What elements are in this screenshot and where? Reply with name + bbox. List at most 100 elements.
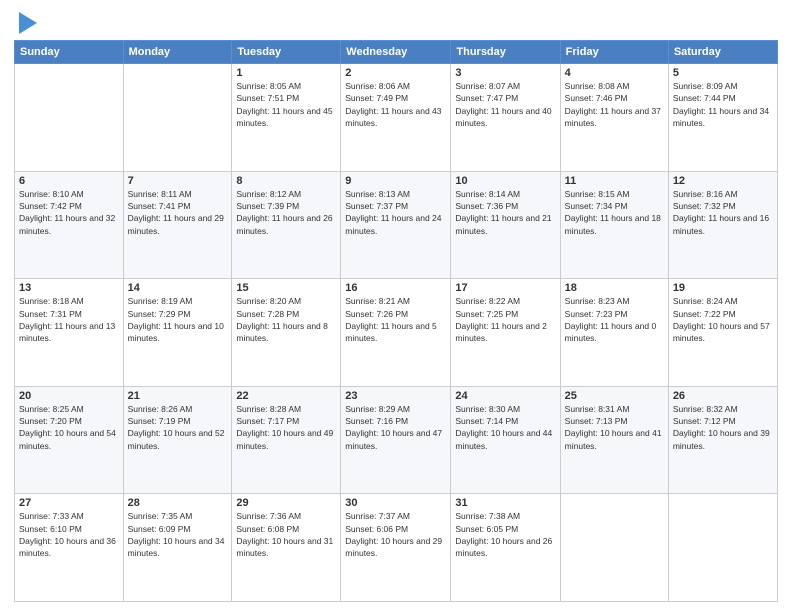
calendar-cell: 30Sunrise: 7:37 AM Sunset: 6:06 PM Dayli…: [341, 494, 451, 602]
day-number: 11: [565, 175, 664, 187]
day-info: Sunrise: 8:20 AM Sunset: 7:28 PM Dayligh…: [236, 295, 336, 344]
day-number: 13: [19, 282, 119, 294]
logo-arrow-icon: [19, 12, 37, 34]
day-number: 25: [565, 390, 664, 402]
calendar-week-row: 27Sunrise: 7:33 AM Sunset: 6:10 PM Dayli…: [15, 494, 778, 602]
calendar-cell: 22Sunrise: 8:28 AM Sunset: 7:17 PM Dayli…: [232, 386, 341, 494]
day-number: 3: [455, 67, 555, 79]
calendar-cell: 3Sunrise: 8:07 AM Sunset: 7:47 PM Daylig…: [451, 64, 560, 172]
calendar-cell: 12Sunrise: 8:16 AM Sunset: 7:32 PM Dayli…: [668, 171, 777, 279]
day-header-thursday: Thursday: [451, 41, 560, 64]
day-info: Sunrise: 8:23 AM Sunset: 7:23 PM Dayligh…: [565, 295, 664, 344]
day-number: 24: [455, 390, 555, 402]
calendar-cell: 31Sunrise: 7:38 AM Sunset: 6:05 PM Dayli…: [451, 494, 560, 602]
day-info: Sunrise: 7:36 AM Sunset: 6:08 PM Dayligh…: [236, 510, 336, 559]
day-number: 22: [236, 390, 336, 402]
day-number: 18: [565, 282, 664, 294]
day-header-tuesday: Tuesday: [232, 41, 341, 64]
day-info: Sunrise: 8:10 AM Sunset: 7:42 PM Dayligh…: [19, 188, 119, 237]
calendar-cell: 17Sunrise: 8:22 AM Sunset: 7:25 PM Dayli…: [451, 279, 560, 387]
day-info: Sunrise: 8:24 AM Sunset: 7:22 PM Dayligh…: [673, 295, 773, 344]
day-number: 29: [236, 497, 336, 509]
calendar-cell: 18Sunrise: 8:23 AM Sunset: 7:23 PM Dayli…: [560, 279, 668, 387]
calendar-cell: [15, 64, 124, 172]
day-info: Sunrise: 8:21 AM Sunset: 7:26 PM Dayligh…: [345, 295, 446, 344]
day-header-monday: Monday: [123, 41, 232, 64]
calendar-cell: 16Sunrise: 8:21 AM Sunset: 7:26 PM Dayli…: [341, 279, 451, 387]
day-number: 9: [345, 175, 446, 187]
day-header-saturday: Saturday: [668, 41, 777, 64]
day-info: Sunrise: 8:19 AM Sunset: 7:29 PM Dayligh…: [128, 295, 228, 344]
day-number: 6: [19, 175, 119, 187]
calendar-cell: [123, 64, 232, 172]
day-number: 2: [345, 67, 446, 79]
day-info: Sunrise: 8:28 AM Sunset: 7:17 PM Dayligh…: [236, 403, 336, 452]
day-info: Sunrise: 8:30 AM Sunset: 7:14 PM Dayligh…: [455, 403, 555, 452]
calendar-week-row: 13Sunrise: 8:18 AM Sunset: 7:31 PM Dayli…: [15, 279, 778, 387]
day-number: 17: [455, 282, 555, 294]
day-info: Sunrise: 8:31 AM Sunset: 7:13 PM Dayligh…: [565, 403, 664, 452]
calendar-cell: 26Sunrise: 8:32 AM Sunset: 7:12 PM Dayli…: [668, 386, 777, 494]
calendar-cell: 25Sunrise: 8:31 AM Sunset: 7:13 PM Dayli…: [560, 386, 668, 494]
day-info: Sunrise: 8:07 AM Sunset: 7:47 PM Dayligh…: [455, 80, 555, 129]
day-number: 10: [455, 175, 555, 187]
day-info: Sunrise: 8:29 AM Sunset: 7:16 PM Dayligh…: [345, 403, 446, 452]
day-number: 16: [345, 282, 446, 294]
calendar-cell: 8Sunrise: 8:12 AM Sunset: 7:39 PM Daylig…: [232, 171, 341, 279]
day-number: 31: [455, 497, 555, 509]
calendar-cell: 4Sunrise: 8:08 AM Sunset: 7:46 PM Daylig…: [560, 64, 668, 172]
calendar-cell: 11Sunrise: 8:15 AM Sunset: 7:34 PM Dayli…: [560, 171, 668, 279]
calendar-table: SundayMondayTuesdayWednesdayThursdayFrid…: [14, 40, 778, 602]
calendar-cell: 5Sunrise: 8:09 AM Sunset: 7:44 PM Daylig…: [668, 64, 777, 172]
calendar-cell: 15Sunrise: 8:20 AM Sunset: 7:28 PM Dayli…: [232, 279, 341, 387]
day-info: Sunrise: 8:12 AM Sunset: 7:39 PM Dayligh…: [236, 188, 336, 237]
calendar-week-row: 6Sunrise: 8:10 AM Sunset: 7:42 PM Daylig…: [15, 171, 778, 279]
day-number: 30: [345, 497, 446, 509]
page: SundayMondayTuesdayWednesdayThursdayFrid…: [0, 0, 792, 612]
calendar-cell: 13Sunrise: 8:18 AM Sunset: 7:31 PM Dayli…: [15, 279, 124, 387]
day-info: Sunrise: 7:35 AM Sunset: 6:09 PM Dayligh…: [128, 510, 228, 559]
calendar-cell: 21Sunrise: 8:26 AM Sunset: 7:19 PM Dayli…: [123, 386, 232, 494]
day-number: 20: [19, 390, 119, 402]
calendar-week-row: 1Sunrise: 8:05 AM Sunset: 7:51 PM Daylig…: [15, 64, 778, 172]
day-info: Sunrise: 8:26 AM Sunset: 7:19 PM Dayligh…: [128, 403, 228, 452]
header: [14, 10, 778, 34]
day-number: 1: [236, 67, 336, 79]
day-info: Sunrise: 8:32 AM Sunset: 7:12 PM Dayligh…: [673, 403, 773, 452]
day-info: Sunrise: 7:33 AM Sunset: 6:10 PM Dayligh…: [19, 510, 119, 559]
day-info: Sunrise: 7:37 AM Sunset: 6:06 PM Dayligh…: [345, 510, 446, 559]
logo: [14, 10, 37, 34]
calendar-header-row: SundayMondayTuesdayWednesdayThursdayFrid…: [15, 41, 778, 64]
day-info: Sunrise: 8:09 AM Sunset: 7:44 PM Dayligh…: [673, 80, 773, 129]
calendar-cell: 19Sunrise: 8:24 AM Sunset: 7:22 PM Dayli…: [668, 279, 777, 387]
day-info: Sunrise: 8:05 AM Sunset: 7:51 PM Dayligh…: [236, 80, 336, 129]
day-number: 5: [673, 67, 773, 79]
calendar-cell: 6Sunrise: 8:10 AM Sunset: 7:42 PM Daylig…: [15, 171, 124, 279]
calendar-cell: 10Sunrise: 8:14 AM Sunset: 7:36 PM Dayli…: [451, 171, 560, 279]
day-number: 14: [128, 282, 228, 294]
calendar-cell: 14Sunrise: 8:19 AM Sunset: 7:29 PM Dayli…: [123, 279, 232, 387]
calendar-cell: 2Sunrise: 8:06 AM Sunset: 7:49 PM Daylig…: [341, 64, 451, 172]
calendar-cell: 28Sunrise: 7:35 AM Sunset: 6:09 PM Dayli…: [123, 494, 232, 602]
day-number: 21: [128, 390, 228, 402]
day-info: Sunrise: 8:25 AM Sunset: 7:20 PM Dayligh…: [19, 403, 119, 452]
day-info: Sunrise: 8:08 AM Sunset: 7:46 PM Dayligh…: [565, 80, 664, 129]
calendar-cell: 27Sunrise: 7:33 AM Sunset: 6:10 PM Dayli…: [15, 494, 124, 602]
day-info: Sunrise: 8:18 AM Sunset: 7:31 PM Dayligh…: [19, 295, 119, 344]
calendar-cell: 24Sunrise: 8:30 AM Sunset: 7:14 PM Dayli…: [451, 386, 560, 494]
calendar-week-row: 20Sunrise: 8:25 AM Sunset: 7:20 PM Dayli…: [15, 386, 778, 494]
calendar-cell: 1Sunrise: 8:05 AM Sunset: 7:51 PM Daylig…: [232, 64, 341, 172]
day-info: Sunrise: 8:06 AM Sunset: 7:49 PM Dayligh…: [345, 80, 446, 129]
day-info: Sunrise: 7:38 AM Sunset: 6:05 PM Dayligh…: [455, 510, 555, 559]
day-number: 28: [128, 497, 228, 509]
day-number: 27: [19, 497, 119, 509]
calendar-cell: 20Sunrise: 8:25 AM Sunset: 7:20 PM Dayli…: [15, 386, 124, 494]
calendar-cell: 7Sunrise: 8:11 AM Sunset: 7:41 PM Daylig…: [123, 171, 232, 279]
day-number: 12: [673, 175, 773, 187]
calendar-cell: 23Sunrise: 8:29 AM Sunset: 7:16 PM Dayli…: [341, 386, 451, 494]
day-header-wednesday: Wednesday: [341, 41, 451, 64]
day-info: Sunrise: 8:13 AM Sunset: 7:37 PM Dayligh…: [345, 188, 446, 237]
day-header-sunday: Sunday: [15, 41, 124, 64]
calendar-cell: 29Sunrise: 7:36 AM Sunset: 6:08 PM Dayli…: [232, 494, 341, 602]
day-header-friday: Friday: [560, 41, 668, 64]
